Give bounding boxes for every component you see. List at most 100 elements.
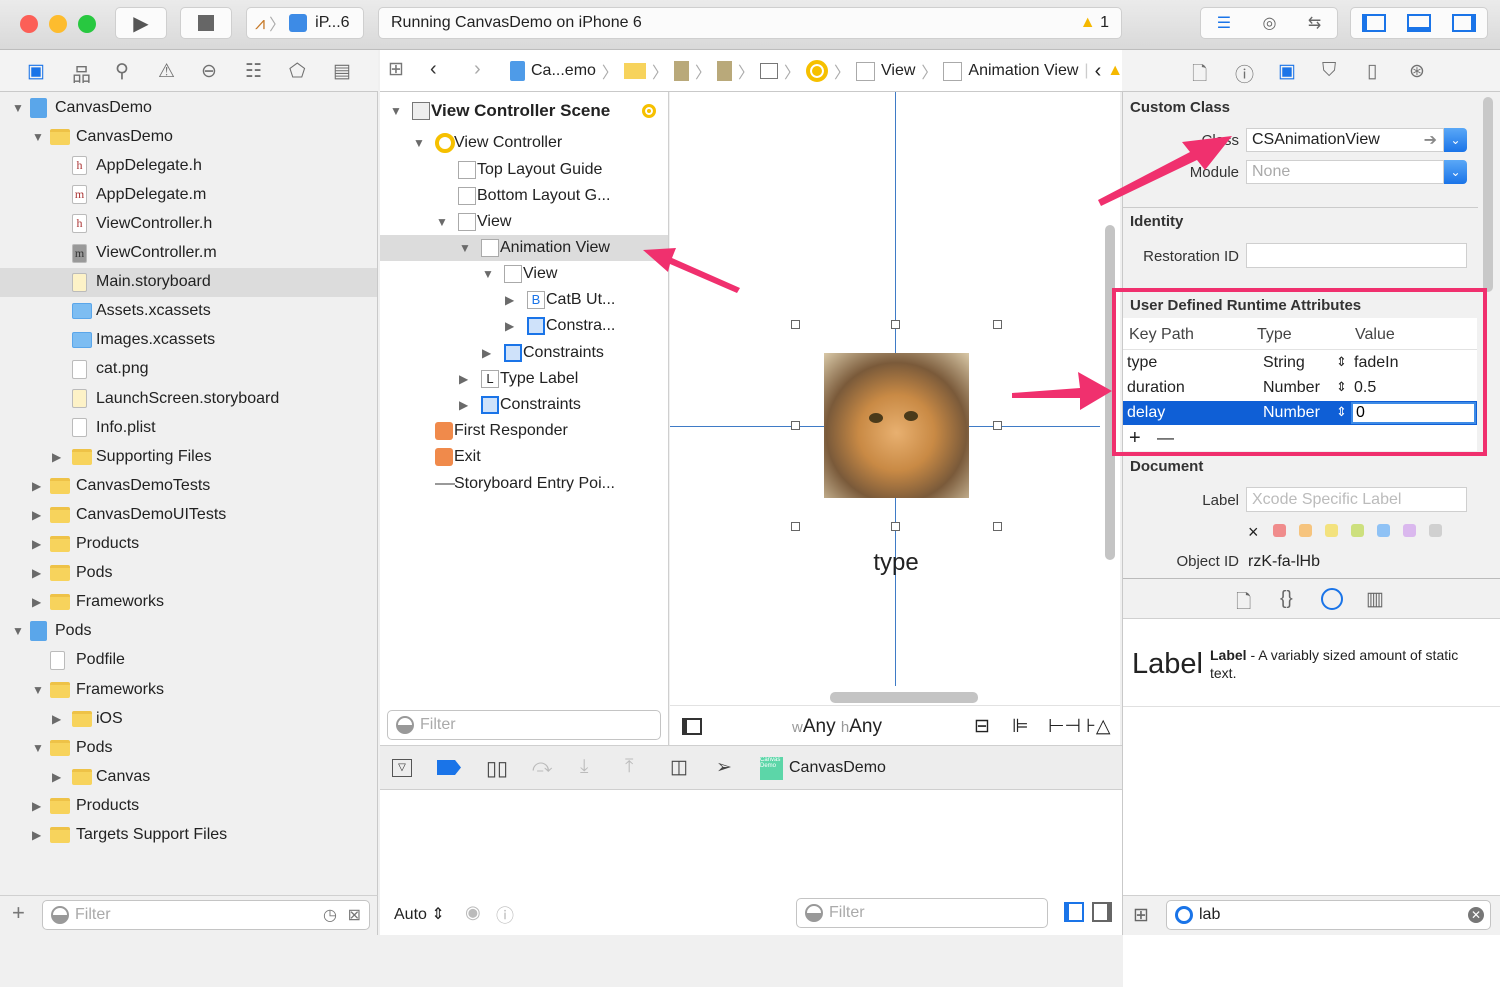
disclosure-closed-icon[interactable]: ▶ bbox=[32, 566, 41, 580]
breadcrumb-view[interactable]: View bbox=[881, 62, 915, 80]
previous-issue-button[interactable]: ‹ bbox=[1095, 60, 1102, 83]
add-attribute-button[interactable]: + bbox=[1129, 427, 1141, 450]
disclosure-open-icon[interactable]: ▼ bbox=[32, 683, 44, 697]
navigator-item[interactable]: Main.storyboard bbox=[0, 267, 377, 297]
disclosure-open-icon[interactable]: ▼ bbox=[32, 130, 44, 144]
navigator-item[interactable]: m AppDelegate.m bbox=[0, 180, 377, 209]
zoom-window-button[interactable] bbox=[78, 15, 96, 33]
navigator-item[interactable]: ▼ CanvasDemo bbox=[0, 93, 377, 122]
outline-item[interactable]: First Responder bbox=[380, 418, 668, 444]
hide-debug-area-icon[interactable]: ▽ bbox=[392, 759, 412, 777]
scheme-selector[interactable]: ⩘ 〉 iP...6 bbox=[246, 7, 364, 39]
media-library-icon[interactable]: ▥ bbox=[1366, 588, 1384, 611]
disclosure-closed-icon[interactable]: ▶ bbox=[32, 828, 41, 842]
pause-icon[interactable]: ▯▯ bbox=[486, 756, 508, 781]
class-dropdown-button[interactable]: ⌄ bbox=[1444, 128, 1467, 152]
type-cell[interactable]: String bbox=[1263, 354, 1305, 372]
simulate-location-icon[interactable]: ➢ bbox=[716, 756, 732, 779]
disclosure-closed-icon[interactable]: ▶ bbox=[505, 319, 514, 333]
type-cell[interactable]: Number bbox=[1263, 404, 1320, 422]
identity-inspector-icon[interactable]: ▣ bbox=[1278, 60, 1296, 83]
key-path-cell[interactable]: delay bbox=[1127, 404, 1165, 422]
navigator-item[interactable]: ▶ Products bbox=[0, 791, 377, 820]
disclosure-closed-icon[interactable]: ▶ bbox=[32, 479, 41, 493]
color-label-swatch[interactable] bbox=[1325, 524, 1338, 537]
align-icon[interactable]: ⊫ bbox=[1012, 715, 1029, 738]
disclosure-closed-icon[interactable]: ▶ bbox=[459, 398, 468, 412]
disclosure-open-icon[interactable]: ▼ bbox=[12, 624, 24, 638]
file-inspector-icon[interactable]: 🗋 bbox=[1192, 60, 1207, 92]
navigator-item[interactable]: ▼ Pods bbox=[0, 617, 377, 646]
navigator-item[interactable]: h AppDelegate.h bbox=[0, 151, 377, 180]
show-variables-view-button[interactable] bbox=[1064, 902, 1084, 922]
column-header-type[interactable]: Type bbox=[1257, 326, 1292, 344]
disclosure-open-icon[interactable]: ▼ bbox=[12, 101, 24, 115]
run-button[interactable]: ▶ bbox=[115, 7, 167, 39]
value-cell[interactable]: 0 bbox=[1351, 402, 1476, 424]
type-stepper-icon[interactable]: ⇕ bbox=[1336, 379, 1347, 395]
disclosure-open-icon[interactable]: ▼ bbox=[482, 267, 494, 281]
disclosure-open-icon[interactable]: ▼ bbox=[413, 136, 425, 150]
navigator-item[interactable]: h ViewController.h bbox=[0, 209, 377, 238]
disclosure-closed-icon[interactable]: ▶ bbox=[459, 372, 468, 386]
vertical-scrollbar[interactable] bbox=[1105, 225, 1115, 560]
version-editor-icon[interactable]: ⇆ bbox=[1308, 13, 1321, 33]
disclosure-closed-icon[interactable]: ▶ bbox=[52, 770, 61, 784]
navigator-item[interactable]: ▶ Supporting Files bbox=[0, 442, 377, 471]
show-console-button[interactable] bbox=[1092, 902, 1112, 922]
outline-item[interactable]: Top Layout Guide bbox=[380, 157, 668, 183]
resolve-issues-icon[interactable]: ⊦△ bbox=[1086, 715, 1111, 738]
pin-icon[interactable]: ⊢⊣ bbox=[1048, 715, 1081, 738]
disclosure-open-icon[interactable]: ▼ bbox=[459, 241, 471, 255]
key-path-cell[interactable]: type bbox=[1127, 354, 1157, 372]
go-to-class-icon[interactable]: ➔ bbox=[1424, 130, 1437, 150]
add-file-button[interactable]: + bbox=[12, 900, 25, 926]
value-cell[interactable]: fadeIn bbox=[1354, 354, 1398, 372]
runtime-attribute-row[interactable]: duration Number ⇕ 0.5 bbox=[1123, 376, 1477, 400]
module-dropdown-button[interactable]: ⌄ bbox=[1444, 160, 1467, 184]
stack-icon[interactable]: ⊟ bbox=[974, 715, 990, 738]
color-label-swatch[interactable] bbox=[1429, 524, 1442, 537]
close-window-button[interactable] bbox=[20, 15, 38, 33]
attributes-inspector-icon[interactable]: ⛉ bbox=[1322, 60, 1336, 82]
type-label[interactable]: type bbox=[846, 549, 946, 577]
clear-color-label-button[interactable]: × bbox=[1248, 522, 1259, 543]
color-label-swatch[interactable] bbox=[1403, 524, 1416, 537]
outline-item[interactable]: ▶ Constraints bbox=[380, 340, 668, 366]
back-button[interactable]: ‹ bbox=[430, 58, 437, 81]
issue-navigator-icon[interactable]: ⚠ bbox=[158, 60, 175, 83]
step-over-icon[interactable]: ⤼ bbox=[532, 756, 552, 778]
library-search-input[interactable]: lab ✕ bbox=[1166, 900, 1491, 930]
info-icon[interactable]: ⓘ bbox=[496, 902, 514, 928]
horizontal-scrollbar[interactable] bbox=[830, 692, 978, 703]
navigator-item[interactable]: ▼ CanvasDemo bbox=[0, 122, 377, 151]
outline-item[interactable]: Storyboard Entry Poi... bbox=[380, 471, 668, 497]
navigator-item[interactable]: ▶ Pods bbox=[0, 559, 377, 588]
type-stepper-icon[interactable]: ⇕ bbox=[1336, 404, 1347, 420]
find-navigator-icon[interactable]: ⚲ bbox=[115, 60, 129, 83]
toggle-navigator-icon[interactable] bbox=[1361, 14, 1386, 32]
disclosure-open-icon[interactable]: ▼ bbox=[436, 215, 448, 229]
navigator-item[interactable]: ▶ Targets Support Files bbox=[0, 821, 377, 850]
outline-item[interactable]: ▼ View bbox=[380, 209, 668, 235]
navigator-item[interactable]: cat.png bbox=[0, 355, 377, 384]
navigator-item[interactable]: ▶ Frameworks bbox=[0, 588, 377, 617]
recent-files-icon[interactable]: ◷ bbox=[323, 905, 337, 925]
panel-toggle-control[interactable] bbox=[1350, 7, 1488, 39]
show-outline-button[interactable] bbox=[682, 718, 702, 735]
color-label-swatch[interactable] bbox=[1377, 524, 1390, 537]
navigator-item[interactable]: ▶ Products bbox=[0, 530, 377, 559]
cat-image[interactable] bbox=[824, 353, 969, 498]
resize-handle[interactable] bbox=[791, 320, 800, 329]
navigator-item[interactable]: ▼ Frameworks bbox=[0, 675, 377, 704]
type-cell[interactable]: Number bbox=[1263, 379, 1320, 397]
library-item-label[interactable]: Label Label - A variably sized amount of… bbox=[1123, 619, 1500, 707]
warning-indicator[interactable]: ▲ 1 bbox=[1080, 14, 1109, 32]
test-navigator-icon[interactable]: ⊖ bbox=[201, 60, 217, 83]
breadcrumb-project[interactable]: Ca...emo bbox=[531, 62, 596, 80]
object-library-icon[interactable] bbox=[1321, 588, 1343, 610]
debug-process-name[interactable]: CanvasDemo bbox=[789, 759, 886, 777]
color-label-swatch[interactable] bbox=[1299, 524, 1312, 537]
navigator-item[interactable]: m ViewController.m bbox=[0, 239, 377, 268]
outline-item[interactable]: ▼ View bbox=[380, 261, 668, 287]
